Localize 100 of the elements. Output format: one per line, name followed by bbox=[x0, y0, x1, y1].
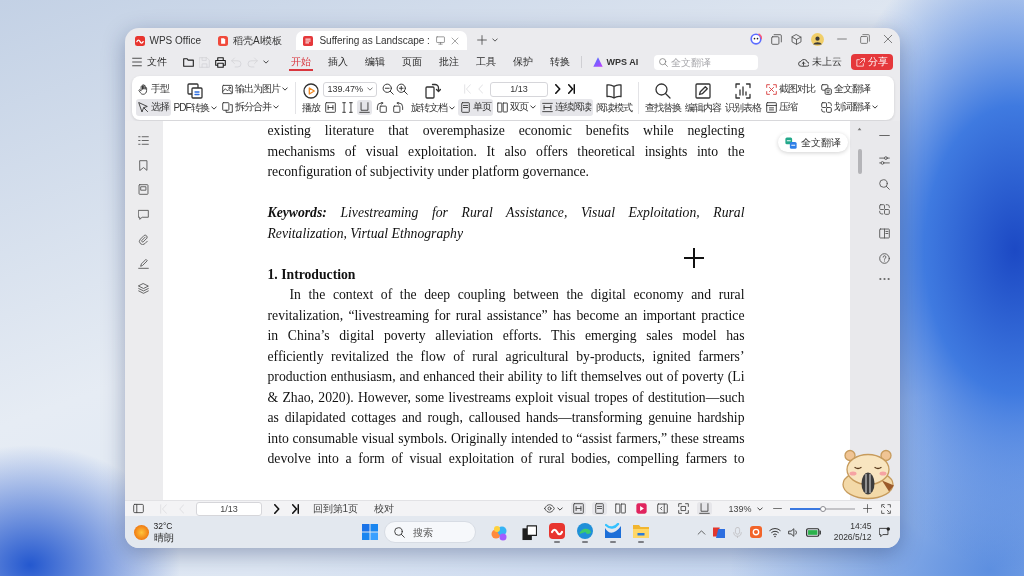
caret-icon[interactable] bbox=[529, 105, 536, 109]
close-icon[interactable] bbox=[882, 34, 893, 44]
menu-tab[interactable]: 保护 bbox=[510, 53, 535, 71]
share-button[interactable]: 分享 bbox=[850, 54, 893, 70]
hand-tool-button[interactable]: 手型 bbox=[135, 80, 171, 98]
search-field[interactable]: 全文翻译 bbox=[654, 54, 759, 70]
menu-tab[interactable]: 转换 bbox=[547, 53, 572, 71]
fullscreen-icon[interactable] bbox=[880, 503, 891, 514]
caret-icon[interactable] bbox=[448, 105, 455, 110]
scrollbar-thumb[interactable] bbox=[857, 149, 862, 174]
app-icon[interactable] bbox=[604, 523, 621, 539]
fit-width-button[interactable] bbox=[571, 502, 587, 515]
speaker-icon[interactable] bbox=[787, 526, 799, 538]
layers-icon[interactable] bbox=[138, 283, 149, 295]
file-menu-button[interactable]: 文件 bbox=[129, 53, 169, 71]
menu-tab[interactable]: 批注 bbox=[436, 53, 461, 71]
folder-icon[interactable] bbox=[182, 56, 194, 68]
help-icon[interactable] bbox=[879, 252, 890, 264]
single-page-button[interactable] bbox=[592, 502, 608, 515]
stacked-windows-icon[interactable] bbox=[770, 33, 782, 45]
menu-tab[interactable]: 开始 bbox=[288, 53, 313, 71]
app-icon[interactable] bbox=[712, 526, 725, 538]
cube-icon[interactable] bbox=[790, 33, 802, 45]
zoom-slider-thumb[interactable] bbox=[820, 505, 827, 512]
table-recognition-button[interactable]: 识别表格 bbox=[723, 82, 762, 114]
avatar-icon[interactable] bbox=[810, 32, 824, 46]
export-image-button[interactable]: 输出为图片 bbox=[219, 80, 290, 98]
word-translate-button[interactable]: 划词翻译 bbox=[818, 98, 880, 116]
thumbnail-icon[interactable] bbox=[138, 184, 149, 196]
close-icon[interactable] bbox=[450, 36, 459, 45]
page-field[interactable]: 1/13 bbox=[196, 501, 262, 516]
search-field[interactable]: 搜索 bbox=[383, 521, 476, 543]
menu-tab[interactable]: 工具 bbox=[473, 53, 498, 71]
fit-width-button[interactable] bbox=[322, 99, 338, 115]
tab[interactable]: 稻壳AI模板 bbox=[215, 31, 297, 50]
eye-button[interactable] bbox=[542, 502, 566, 515]
last-page-icon[interactable] bbox=[567, 84, 575, 94]
caret-icon[interactable] bbox=[756, 506, 763, 511]
caret-icon[interactable] bbox=[557, 506, 564, 511]
bookmark-icon[interactable] bbox=[138, 159, 149, 171]
edit-content-button[interactable]: 编辑内容 bbox=[683, 82, 722, 114]
back-to-first-page-button[interactable]: 回到第1页 bbox=[310, 501, 361, 516]
single-page-button[interactable]: 单页 bbox=[457, 98, 493, 116]
task-view-icon[interactable] bbox=[521, 525, 537, 541]
menu-tab[interactable]: 插入 bbox=[325, 53, 350, 71]
menu-tab[interactable]: 编辑 bbox=[362, 53, 387, 71]
rotate-document-button[interactable]: 旋转文档 bbox=[409, 82, 456, 114]
split-merge-button[interactable]: 拆分合并 bbox=[219, 98, 290, 116]
play-button[interactable]: 播放 bbox=[300, 82, 321, 114]
zoom-out-icon[interactable] bbox=[381, 83, 394, 95]
translate-icon[interactable] bbox=[879, 203, 890, 215]
wifi-icon[interactable] bbox=[768, 526, 781, 538]
double-page-button[interactable] bbox=[613, 502, 629, 515]
comment-icon[interactable] bbox=[138, 209, 149, 221]
actual-size-button[interactable] bbox=[697, 502, 713, 515]
proofread-button[interactable]: 校对 bbox=[372, 501, 397, 516]
app-icon[interactable] bbox=[548, 523, 565, 539]
translate-button[interactable]: 全文翻译 bbox=[818, 80, 880, 98]
compress-button[interactable]: 压缩 bbox=[763, 98, 817, 116]
page-field[interactable]: 1/13 bbox=[490, 81, 548, 97]
plus-icon[interactable] bbox=[476, 35, 487, 45]
notification-icon[interactable] bbox=[878, 526, 890, 538]
monitor-icon[interactable] bbox=[435, 36, 445, 45]
select-tool-button[interactable]: 选择 bbox=[135, 98, 171, 116]
smiley-icon[interactable] bbox=[749, 33, 762, 45]
cloud-status-button[interactable]: 未上云 bbox=[795, 55, 844, 69]
more-icon[interactable] bbox=[879, 277, 890, 281]
fit-page-button[interactable] bbox=[339, 99, 355, 115]
pdf-convert-button[interactable]: PDF转换 bbox=[172, 82, 218, 114]
chevron-up-icon[interactable] bbox=[696, 527, 706, 537]
actual-size-button[interactable] bbox=[356, 99, 372, 115]
input-method-icon[interactable] bbox=[749, 526, 762, 538]
outline-icon[interactable] bbox=[138, 135, 149, 146]
play-button[interactable] bbox=[634, 502, 650, 515]
sliders-icon[interactable] bbox=[879, 154, 890, 166]
printer-icon[interactable] bbox=[214, 56, 226, 68]
double-page-button[interactable]: 双页 bbox=[494, 98, 538, 116]
caret-icon[interactable] bbox=[210, 105, 217, 110]
paperclip-icon[interactable] bbox=[138, 233, 149, 245]
caret-icon[interactable] bbox=[871, 105, 878, 109]
reading-mode-button[interactable]: 阅读模式 bbox=[594, 82, 633, 114]
zoom-in-icon[interactable] bbox=[395, 83, 408, 95]
pen-icon[interactable] bbox=[138, 258, 149, 270]
sidebar-button[interactable] bbox=[655, 502, 671, 515]
scroll-up-icon[interactable] bbox=[857, 127, 862, 131]
continuous-reading-button[interactable]: 连续阅读 bbox=[539, 98, 593, 116]
tab[interactable]: WPS Office bbox=[131, 31, 215, 50]
caret-icon[interactable] bbox=[491, 38, 498, 42]
caret-icon[interactable] bbox=[366, 86, 373, 91]
zoom-field[interactable]: 139.47% bbox=[322, 81, 377, 97]
last-page-icon[interactable] bbox=[291, 503, 299, 514]
reader-icon[interactable] bbox=[879, 228, 890, 239]
start-icon[interactable] bbox=[361, 524, 378, 540]
rotate-right-button[interactable] bbox=[390, 99, 406, 115]
next-page-icon[interactable] bbox=[555, 84, 561, 94]
tab[interactable]: Suffering as Landscape : bbox=[296, 31, 467, 50]
caret-icon[interactable] bbox=[272, 105, 279, 109]
app-icon[interactable] bbox=[576, 523, 593, 539]
next-page-icon[interactable] bbox=[274, 503, 280, 514]
ai-button[interactable]: WPS AI bbox=[590, 57, 641, 67]
